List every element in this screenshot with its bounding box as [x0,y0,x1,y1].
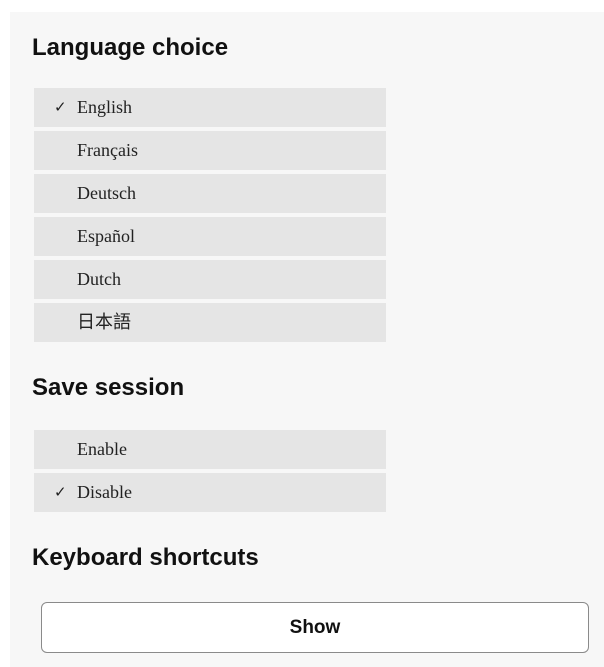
language-option-list: ✓ English ✓ Français ✓ Deutsch ✓ Español… [34,88,386,342]
option-label: English [77,97,133,117]
language-section-title: Language choice [32,34,229,61]
option-label: Disable [77,482,132,502]
shortcuts-section-title: Keyboard shortcuts [32,544,259,571]
session-option-disable[interactable]: ✓ Disable [34,473,386,512]
language-option-francais[interactable]: ✓ Français [34,131,386,170]
language-option-japanese[interactable]: ✓ 日本語 [34,303,386,342]
language-option-deutsch[interactable]: ✓ Deutsch [34,174,386,213]
option-label: Enable [77,439,127,459]
check-icon: ✓ [54,483,67,501]
option-label: Deutsch [77,183,136,203]
option-label: Français [77,140,138,160]
language-option-english[interactable]: ✓ English [34,88,386,127]
option-label: 日本語 [77,312,131,332]
show-shortcuts-button[interactable]: Show [41,602,589,653]
check-icon: ✓ [54,98,67,116]
option-label: Dutch [77,269,121,289]
session-section-title: Save session [32,374,185,401]
option-label: Español [77,226,135,246]
language-option-espanol[interactable]: ✓ Español [34,217,386,256]
session-option-list: ✓ Enable ✓ Disable [34,430,386,512]
language-option-dutch[interactable]: ✓ Dutch [34,260,386,299]
settings-panel: Language choice ✓ English ✓ Français ✓ D… [10,12,604,667]
session-option-enable[interactable]: ✓ Enable [34,430,386,469]
